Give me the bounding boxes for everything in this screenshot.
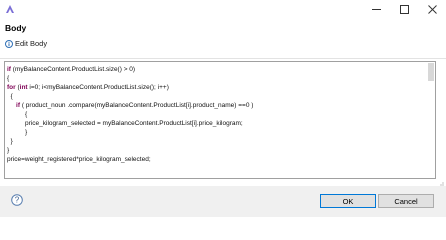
code-line: } <box>7 137 427 146</box>
code-editor[interactable]: if (myBalanceContent.ProductList.size() … <box>4 61 436 179</box>
code-token: } <box>7 129 28 136</box>
code-token: ( product_noun .compare(myBalanceContent… <box>20 102 254 109</box>
dialog-header: Body Edit Body <box>0 18 446 58</box>
code-line: if (myBalanceContent.ProductList.size() … <box>7 65 427 74</box>
maximize-icon <box>399 4 409 14</box>
code-line: price=weight_registered*price_kilogram_s… <box>7 155 427 164</box>
code-token: (myBalanceContent.ProductList.size() > 0… <box>10 66 136 73</box>
minimize-button[interactable] <box>362 0 390 18</box>
code-token: { <box>7 93 13 100</box>
code-line: } <box>7 128 427 137</box>
eclipse-app-icon <box>6 5 14 13</box>
maximize-button[interactable] <box>390 0 418 18</box>
code-line: { <box>7 92 427 101</box>
svg-text:?: ? <box>15 196 20 205</box>
ok-button[interactable]: OK <box>320 194 376 208</box>
code-line: { <box>7 110 427 119</box>
code-line: if ( product_noun .compare(myBalanceCont… <box>7 101 427 110</box>
code-token: } <box>7 138 13 145</box>
code-token: { <box>7 111 28 118</box>
code-line: { <box>7 74 427 83</box>
help-icon[interactable]: ? <box>11 194 23 206</box>
code-token: price=weight_registered*price_kilogram_s… <box>7 156 151 163</box>
code-line: for (int i=0; i<myBalanceContent.Product… <box>7 83 427 92</box>
close-button[interactable] <box>418 0 446 18</box>
header-divider <box>0 58 446 59</box>
code-text[interactable]: if (myBalanceContent.ProductList.size() … <box>7 65 427 164</box>
code-keyword: int <box>19 84 28 91</box>
cancel-button[interactable]: Cancel <box>378 194 434 208</box>
dialog-message: Edit Body <box>15 39 48 48</box>
editor-scrollbar[interactable] <box>428 63 434 81</box>
dialog-title: Body <box>5 23 27 33</box>
code-token: i=0; i<myBalanceContent.ProductList.size… <box>27 84 169 91</box>
code-token: { <box>7 75 10 82</box>
dialog-footer: ? OK Cancel <box>0 186 446 217</box>
minimize-icon <box>371 8 381 10</box>
title-bar[interactable] <box>0 0 446 18</box>
code-line: } <box>7 146 427 155</box>
code-token: price_kilogram_selected = myBalanceConte… <box>7 120 243 127</box>
close-icon <box>427 4 437 14</box>
code-line: price_kilogram_selected = myBalanceConte… <box>7 119 427 128</box>
body-dialog: Body Edit Body if (myBalanceContent.Prod… <box>0 0 446 217</box>
info-icon <box>5 40 13 48</box>
code-keyword: for <box>7 84 16 91</box>
code-token: } <box>7 147 10 154</box>
